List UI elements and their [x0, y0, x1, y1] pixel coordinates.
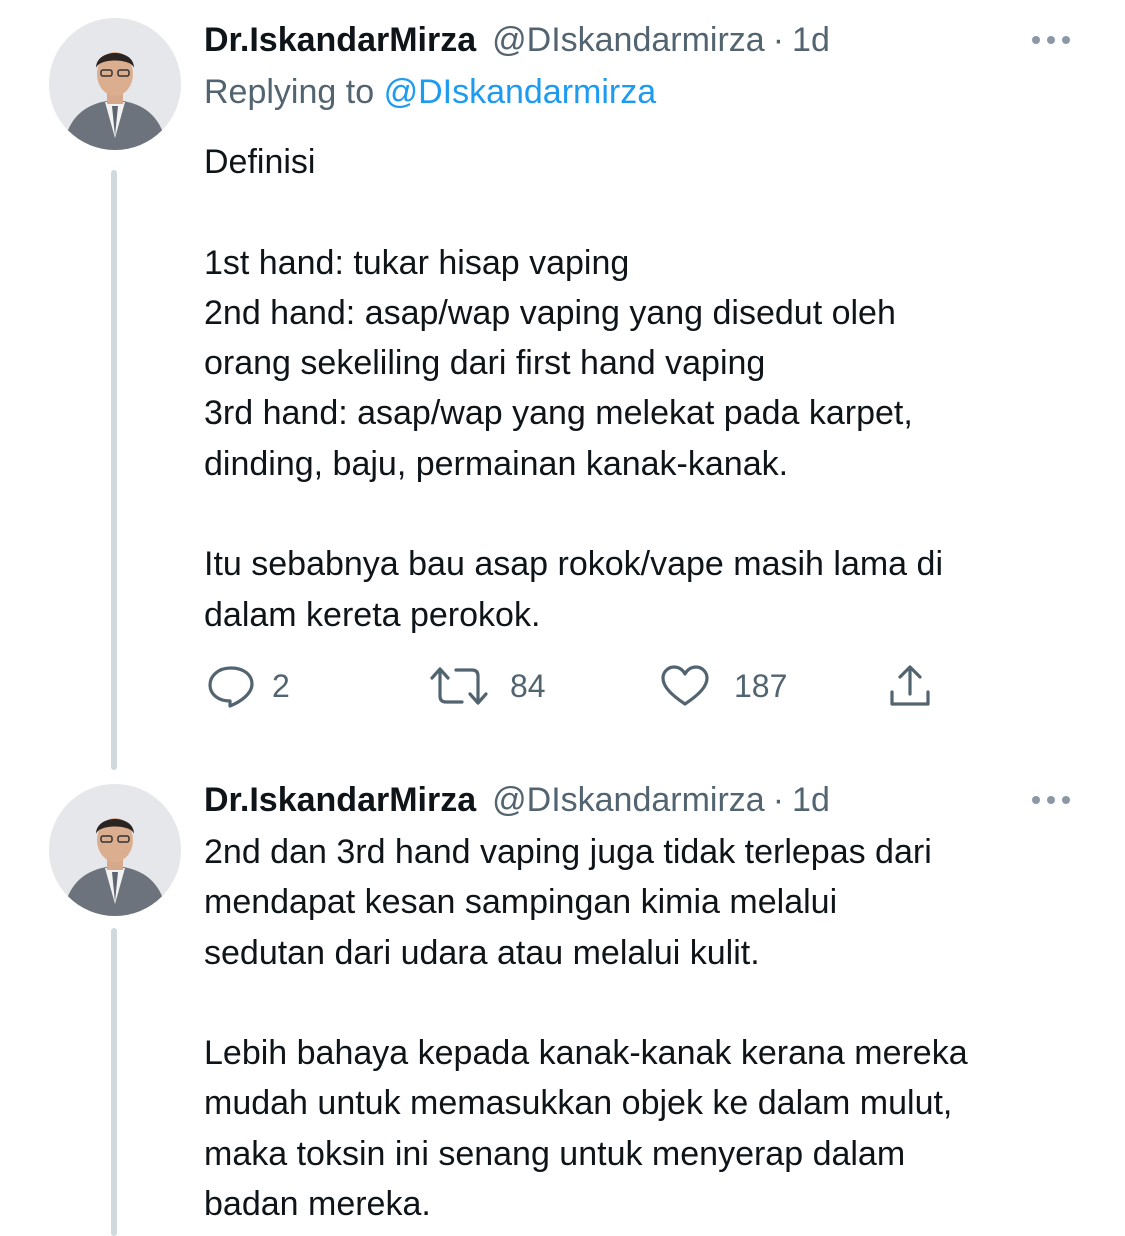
replying-to-mention[interactable]: @DIskandarmirza — [384, 73, 657, 111]
speech-bubble-icon — [208, 666, 254, 708]
reply-button[interactable]: 2 — [206, 660, 290, 712]
tweet-text-line: dalam kereta perokok. — [204, 595, 541, 634]
tweet-text-line: Itu sebabnya bau asap rokok/vape masih l… — [204, 545, 944, 584]
tweet-actions-bar: 2 84 187 — [204, 660, 964, 712]
tweet-text-line: 2nd hand: asap/wap vaping yang disedut o… — [204, 293, 896, 332]
tweet-header: Dr.IskandarMirza @DIskandarmirza · 1d — [204, 775, 830, 825]
author-display-name[interactable]: Dr.IskandarMirza — [204, 21, 476, 60]
more-horizontal-icon — [1032, 36, 1070, 44]
heart-icon — [661, 665, 709, 706]
tweet-text: 2nd dan 3rd hand vaping juga tidak terle… — [204, 827, 1084, 1229]
tweet-text-line: Definisi — [204, 143, 316, 181]
tweet-text-line: badan mereka. — [204, 1185, 431, 1224]
author-avatar[interactable] — [49, 784, 181, 916]
thread-connector-line — [111, 928, 117, 1236]
retweet-button[interactable]: 84 — [428, 660, 546, 712]
retweet-arrows-icon — [430, 667, 488, 705]
tweet-text-line: mudah untuk memasukkan objek ke dalam mu… — [204, 1084, 953, 1123]
tweet-text-line: 3rd hand: asap/wap yang melekat pada kar… — [204, 394, 913, 433]
more-options-button[interactable] — [1028, 785, 1074, 815]
tweet-header: Dr.IskandarMirza @DIskandarmirza · 1d — [204, 15, 830, 65]
tweet-text-line: Lebih bahaya kepada kanak-kanak kerana m… — [204, 1034, 968, 1073]
tweet-text-line: 1st hand: tukar hisap vaping — [204, 243, 630, 282]
more-options-button[interactable] — [1028, 25, 1074, 55]
tweet-text-line: mendapat kesan sampingan kimia melalui — [204, 883, 838, 922]
tweet-2[interactable]: Dr.IskandarMirza @DIskandarmirza · 1d 2n… — [0, 770, 1125, 1236]
tweet-text-line: orang sekeliling dari first hand vaping — [204, 344, 766, 383]
author-handle[interactable]: @DIskandarmirza — [492, 781, 765, 820]
tweet-text: Definisi 1st hand: tukar hisap vaping 2n… — [204, 137, 1084, 640]
like-count: 187 — [734, 667, 788, 704]
tweet-timestamp[interactable]: 1d — [792, 781, 830, 820]
author-display-name[interactable]: Dr.IskandarMirza — [204, 781, 476, 820]
like-button[interactable]: 187 — [660, 660, 787, 712]
tweet-text-line: 2nd dan 3rd hand vaping juga tidak terle… — [204, 833, 932, 871]
tweet-text-line: sedutan dari udara atau melalui kulit. — [204, 933, 760, 972]
author-handle[interactable]: @DIskandarmirza — [492, 21, 765, 60]
replying-to-label: Replying to — [204, 73, 375, 111]
share-button[interactable] — [886, 660, 934, 712]
share-upload-icon — [890, 665, 930, 706]
more-horizontal-icon — [1032, 796, 1070, 804]
tweet-1[interactable]: Dr.IskandarMirza @DIskandarmirza · 1d Re… — [0, 0, 1125, 770]
avatar-image — [49, 18, 181, 150]
tweet-text-line: dinding, baju, permainan kanak-kanak. — [204, 444, 789, 483]
separator-dot: · — [772, 20, 785, 59]
retweet-count: 84 — [510, 667, 546, 704]
thread-connector-line — [111, 170, 117, 770]
replying-to-line: Replying to @DIskandarmirza — [204, 73, 656, 112]
tweet-text-line: maka toksin ini senang untuk menyerap da… — [204, 1134, 906, 1173]
author-avatar[interactable] — [49, 18, 181, 150]
reply-count: 2 — [272, 667, 290, 704]
avatar-image — [49, 784, 181, 916]
separator-dot: · — [772, 780, 785, 819]
tweet-timestamp[interactable]: 1d — [792, 21, 830, 60]
